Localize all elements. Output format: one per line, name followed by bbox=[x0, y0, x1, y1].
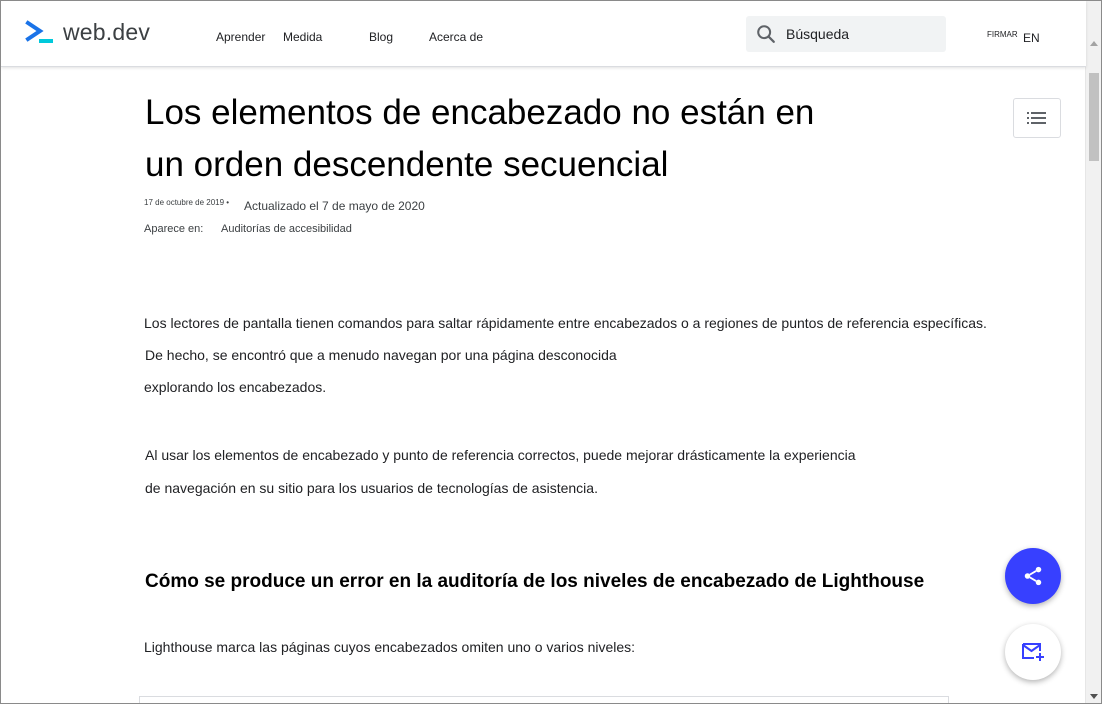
paragraph-1-line-3: explorando los encabezados. bbox=[144, 379, 327, 395]
paragraph-1-line-2: De hecho, se encontró que a menudo naveg… bbox=[145, 347, 617, 363]
list-icon bbox=[1027, 112, 1046, 124]
site-logo[interactable]: web.dev bbox=[25, 19, 150, 46]
browser-window: web.dev Aprender Medida Blog Acerca de F… bbox=[0, 0, 1102, 704]
appears-in-link[interactable]: Auditorías de accesibilidad bbox=[221, 223, 352, 235]
share-button[interactable] bbox=[1005, 548, 1061, 604]
scroll-down-arrow-icon[interactable] bbox=[1090, 694, 1098, 699]
vertical-scrollbar[interactable] bbox=[1085, 1, 1101, 703]
paragraph-1-line-1: Los lectores de pantalla tienen comandos… bbox=[144, 315, 987, 331]
share-icon bbox=[1024, 566, 1042, 586]
nav-about[interactable]: Acerca de bbox=[429, 30, 483, 44]
nav-blog[interactable]: Blog bbox=[369, 30, 393, 44]
language-selector[interactable]: EN bbox=[1023, 31, 1040, 45]
logo-text: web.dev bbox=[63, 19, 151, 45]
sign-in-button[interactable]: FIRMAR bbox=[987, 30, 1018, 39]
mail-add-icon bbox=[1022, 643, 1044, 661]
paragraph-3: Lighthouse marca las páginas cuyos encab… bbox=[144, 639, 636, 655]
scroll-up-arrow-icon[interactable] bbox=[1090, 41, 1098, 46]
page-title: Los elementos de encabezado no están en … bbox=[145, 93, 815, 184]
scrollbar-thumb[interactable] bbox=[1089, 73, 1099, 161]
nav-measure[interactable]: Medida bbox=[283, 30, 322, 44]
search-icon bbox=[757, 25, 775, 43]
search-input[interactable] bbox=[786, 26, 936, 42]
subscribe-button[interactable] bbox=[1005, 624, 1061, 680]
table-of-contents-button[interactable] bbox=[1013, 98, 1061, 138]
web-dev-logo-icon bbox=[25, 19, 53, 43]
published-date-text: 17 de octubre de 2019 bbox=[144, 198, 225, 207]
paragraph-2-line-1: Al usar los elementos de encabezado y pu… bbox=[145, 447, 856, 463]
paragraph-2-line-2: de navegación en su sitio para los usuar… bbox=[145, 480, 598, 496]
updated-date: Actualizado el 7 de mayo de 2020 bbox=[244, 199, 425, 213]
nav-learn[interactable]: Aprender bbox=[216, 30, 265, 44]
section-heading: Cómo se produce un error en la auditoría… bbox=[145, 571, 925, 592]
site-header: web.dev Aprender Medida Blog Acerca de F… bbox=[1, 1, 1086, 67]
appears-in-label: Aparece en: bbox=[144, 223, 204, 235]
code-example-box bbox=[139, 696, 949, 703]
search-box[interactable] bbox=[746, 16, 946, 52]
published-date: 17 de octubre de 2019 • bbox=[144, 198, 230, 207]
